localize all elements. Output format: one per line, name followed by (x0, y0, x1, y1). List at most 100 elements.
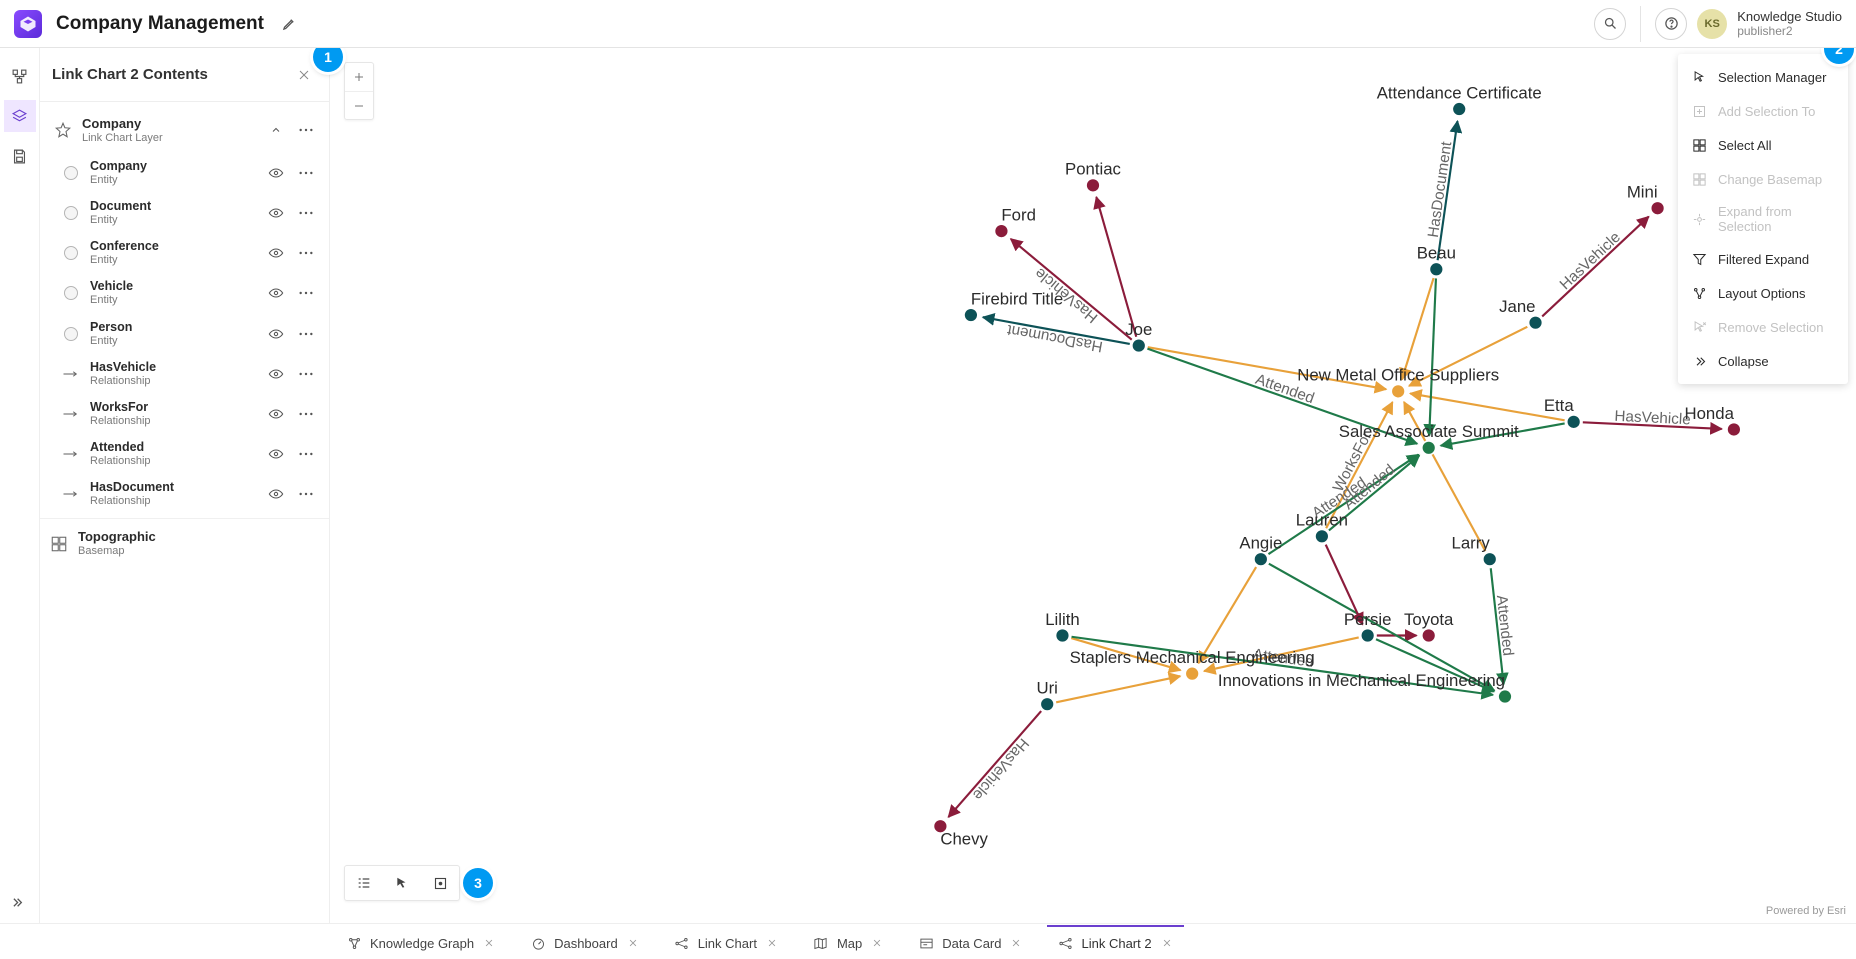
sublayer-row[interactable]: CompanyEntity (48, 153, 321, 193)
sublayer-symbol (60, 162, 82, 184)
bottom-tab[interactable]: Dashboard (520, 925, 650, 959)
sublayer-more-button[interactable] (295, 162, 317, 184)
legend-button[interactable] (345, 866, 383, 900)
tab-close-button[interactable] (1160, 936, 1174, 950)
svg-text:Mini: Mini (1627, 183, 1658, 202)
left-rail (0, 48, 40, 923)
sublayer-row[interactable]: VehicleEntity (48, 273, 321, 313)
visibility-toggle-icon[interactable] (265, 323, 287, 345)
tab-close-button[interactable] (1009, 936, 1023, 950)
select-tool-button[interactable] (383, 866, 421, 900)
sublayer-more-button[interactable] (295, 202, 317, 224)
tab-label: Dashboard (554, 936, 618, 951)
selection-menu-item: Remove Selection (1678, 310, 1848, 344)
selection-menu-item: Change Basemap (1678, 162, 1848, 196)
sublayer-sub: Entity (90, 294, 257, 307)
visibility-toggle-icon[interactable] (265, 162, 287, 184)
sublayer-more-button[interactable] (295, 323, 317, 345)
sublayer-more-button[interactable] (295, 483, 317, 505)
layer-head[interactable]: Company Link Chart Layer (48, 112, 321, 149)
sublayer-row[interactable]: DocumentEntity (48, 193, 321, 233)
help-button[interactable] (1655, 8, 1687, 40)
tab-label: Link Chart 2 (1081, 936, 1151, 951)
sublayer-more-button[interactable] (295, 443, 317, 465)
visibility-toggle-icon[interactable] (265, 403, 287, 425)
funnel-icon (1690, 250, 1708, 268)
studio-name: Knowledge Studio (1737, 9, 1842, 25)
visibility-toggle-icon[interactable] (265, 202, 287, 224)
rail-expand-button[interactable] (4, 891, 36, 923)
sublayer-more-button[interactable] (295, 282, 317, 304)
user-avatar[interactable]: KS (1697, 9, 1727, 39)
sublayer-row[interactable]: AttendedRelationship (48, 434, 321, 474)
global-search-button[interactable] (1594, 8, 1626, 40)
sublayer-sub: Relationship (90, 415, 257, 428)
zoom-out-button[interactable] (345, 91, 373, 119)
sublayer-row[interactable]: PersonEntity (48, 314, 321, 354)
sublayer-sub: Entity (90, 254, 257, 267)
layer-star-icon (52, 119, 74, 141)
rail-data-model-button[interactable] (4, 60, 36, 92)
edit-title-button[interactable] (278, 12, 302, 36)
sublayer-symbol (60, 282, 82, 304)
rail-save-button[interactable] (4, 140, 36, 172)
sublayer-more-button[interactable] (295, 363, 317, 385)
tab-icon (813, 935, 829, 951)
menu-item-label: Selection Manager (1718, 70, 1826, 85)
sublayer-row[interactable]: HasDocumentRelationship (48, 474, 321, 514)
selection-menu: 2 Selection ManagerAdd Selection ToSelec… (1678, 54, 1848, 384)
sublayer-row[interactable]: ConferenceEntity (48, 233, 321, 273)
studio-info: Knowledge Studio publisher2 (1737, 9, 1842, 39)
bottom-tab[interactable]: Data Card (908, 925, 1033, 959)
bottom-tab[interactable]: Knowledge Graph (336, 925, 506, 959)
tab-close-button[interactable] (765, 936, 779, 950)
selection-menu-item: Expand from Selection (1678, 196, 1848, 242)
sublayer-name: HasVehicle (90, 360, 257, 375)
selection-menu-item: Add Selection To (1678, 94, 1848, 128)
selection-menu-item[interactable]: Selection Manager (1678, 60, 1848, 94)
layer-more-button[interactable] (295, 119, 317, 141)
tab-close-button[interactable] (626, 936, 640, 950)
tab-close-button[interactable] (870, 936, 884, 950)
svg-text:Attended: Attended (1493, 594, 1517, 657)
visibility-toggle-icon[interactable] (265, 282, 287, 304)
bottom-tab[interactable]: Map (803, 925, 894, 959)
sublayer-row[interactable]: HasVehicleRelationship (48, 354, 321, 394)
visibility-toggle-icon[interactable] (265, 363, 287, 385)
bottom-tab[interactable]: Link Chart (664, 925, 789, 959)
visibility-toggle-icon[interactable] (265, 443, 287, 465)
sublayer-name: Attended (90, 440, 257, 455)
bottom-tab[interactable]: Link Chart 2 (1047, 925, 1183, 959)
visibility-toggle-icon[interactable] (265, 483, 287, 505)
svg-text:HasVehicle: HasVehicle (969, 735, 1032, 804)
selection-menu-item[interactable]: Layout Options (1678, 276, 1848, 310)
app-header: Company Management KS Knowledge Studio p… (0, 0, 1856, 48)
link-chart-canvas[interactable]: HasDocumentHasDocumentHasVehicleHasVehic… (330, 48, 1856, 923)
sublayer-row[interactable]: WorksForRelationship (48, 394, 321, 434)
sublayer-name: Company (90, 159, 257, 174)
basemap-block[interactable]: Topographic Basemap (40, 519, 329, 568)
tab-icon (346, 935, 362, 951)
sublayer-more-button[interactable] (295, 242, 317, 264)
sublayer-list: CompanyEntityDocumentEntityConferenceEnt… (48, 149, 321, 515)
visibility-toggle-icon[interactable] (265, 242, 287, 264)
svg-text:Persie: Persie (1344, 610, 1392, 629)
svg-text:Staplers Mechanical Engineerin: Staplers Mechanical Engineering (1070, 648, 1315, 667)
sublayer-sub: Relationship (90, 495, 257, 508)
selection-menu-item[interactable]: Collapse (1678, 344, 1848, 378)
rail-layers-button[interactable] (4, 100, 36, 132)
sublayer-name: Person (90, 320, 257, 335)
sublayer-name: Document (90, 199, 257, 214)
app-title: Company Management (56, 13, 264, 35)
extent-button[interactable] (421, 866, 459, 900)
selection-menu-item[interactable]: Filtered Expand (1678, 242, 1848, 276)
tab-close-button[interactable] (482, 936, 496, 950)
selection-menu-item[interactable]: Select All (1678, 128, 1848, 162)
zoom-in-button[interactable] (345, 63, 373, 91)
layer-block: Company Link Chart Layer CompanyEntityDo… (40, 102, 329, 519)
sidebar-close-button[interactable] (293, 64, 315, 86)
sublayer-more-button[interactable] (295, 403, 317, 425)
svg-text:Ford: Ford (1001, 205, 1035, 224)
layer-collapse-chevron-icon[interactable] (265, 119, 287, 141)
zoom-control (344, 62, 374, 120)
